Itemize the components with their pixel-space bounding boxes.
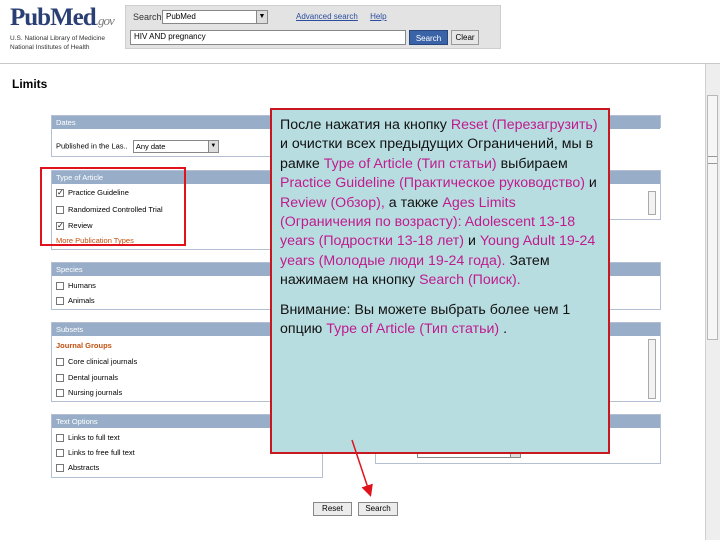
checkbox-row[interactable]: Dental journals [56,373,119,383]
humans-checkbox[interactable] [56,282,64,291]
checkbox-label: Links to free full text [68,448,135,457]
checkbox-label: Animals [68,296,95,305]
help-link[interactable]: Help [370,12,386,21]
callout-highlight: Search (Поиск). [419,272,521,289]
logo-gov: .gov [95,13,115,28]
list-scrollbar[interactable] [648,191,656,215]
page-title: Limits [12,77,48,91]
dental-checkbox[interactable] [56,374,64,383]
search-input[interactable]: HIV AND pregnancy [130,30,406,45]
reset-button[interactable]: Reset [313,502,352,516]
animals-checkbox[interactable] [56,297,64,306]
core-clinical-checkbox[interactable] [56,358,64,367]
nursing-checkbox[interactable] [56,389,64,398]
callout-text: и [584,175,597,192]
callout-highlight: Type of Article (Тип статьи) [323,155,497,172]
advanced-search-link[interactable]: Advanced search [296,12,358,21]
header-search-button[interactable]: Search [409,30,448,45]
journal-groups-label: Journal Groups [56,341,112,350]
instruction-callout: После нажатия на кнопку Reset (Перезагру… [270,108,610,454]
org-line-1: U.S. National Library of Medicine [10,35,106,42]
search-button[interactable]: Search [358,502,398,516]
chevron-down-icon[interactable]: ▼ [207,141,218,152]
database-select[interactable]: PubMed ▼ [162,10,268,24]
callout-text: . [499,321,508,338]
scroll-thumb[interactable] [707,95,718,340]
header-links: Advanced search Help [296,12,397,21]
checkbox-row[interactable]: Core clinical journals [56,357,138,367]
list-scrollbar[interactable] [648,339,656,399]
published-row: Published in the Las.. Any date ▼ [56,140,219,153]
checkbox-row[interactable]: Nursing journals [56,388,123,398]
checkbox-label: Nursing journals [68,388,123,397]
published-date-value: Any date [135,142,166,151]
checkbox-label: Core clinical journals [68,357,138,366]
checkbox-row[interactable]: Animals [56,296,95,306]
pubmed-logo[interactable]: PubMed.gov [10,4,115,32]
callout-text: После нажатия на кнопку [280,117,451,133]
checkbox-label: Humans [68,281,96,290]
callout-text: выбираем [496,155,568,172]
org-name: U.S. National Library of Medicine Nation… [10,34,105,52]
callout-highlight: Type of Article (Тип статьи) [326,321,500,338]
chevron-down-icon[interactable]: ▼ [256,11,267,23]
callout-text: и [464,233,480,250]
highlight-box [40,167,186,246]
checkbox-label: Dental journals [68,373,119,382]
callout-highlight: Practice Guideline (Практическое руковод… [280,175,585,192]
callout-highlight: Review (Обзор), [280,194,385,211]
checkbox-row[interactable]: Abstracts [56,463,100,473]
abstracts-checkbox[interactable] [56,464,64,473]
checkbox-row[interactable]: Humans [56,281,96,291]
callout-highlight: Reset (Перезагрузить) [450,117,598,133]
search-label: Search: [133,12,165,22]
clear-button[interactable]: Clear [451,30,479,45]
published-label: Published in the Las.. [56,141,128,151]
org-line-2: National Institutes of Health [10,44,90,51]
checkbox-label: Abstracts [68,463,100,472]
checkbox-label: Links to full text [68,433,120,442]
full-text-checkbox[interactable] [56,434,64,443]
published-date-select[interactable]: Any date ▼ [132,140,219,153]
callout-paragraph-2: Внимание: Вы можете выбрать более чем 1 … [280,301,602,340]
callout-paragraph-1: После нажатия на кнопку Reset (Перезагру… [280,116,602,291]
checkbox-row[interactable]: Links to free full text [56,448,135,458]
checkbox-row[interactable]: Links to full text [56,433,120,443]
logo-text: PubMed [10,4,97,31]
scroll-grip-icon [708,156,717,164]
free-full-text-checkbox[interactable] [56,449,64,458]
callout-text: а также [384,194,443,211]
database-value: PubMed [166,12,196,21]
